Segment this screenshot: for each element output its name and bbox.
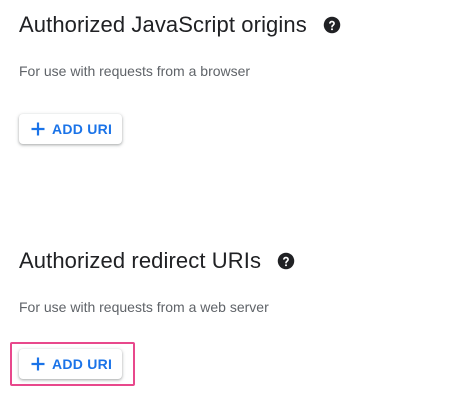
redirect-uris-heading-row: Authorized redirect URIs bbox=[19, 246, 449, 276]
redirect-uris-section: Authorized redirect URIs For use with re… bbox=[19, 246, 449, 379]
plus-icon bbox=[30, 356, 46, 372]
js-origins-heading-row: Authorized JavaScript origins bbox=[19, 10, 449, 40]
help-circle-icon[interactable] bbox=[323, 16, 341, 34]
redirect-uris-description: For use with requests from a web server bbox=[19, 299, 269, 315]
add-js-origin-uri-label: ADD URI bbox=[52, 121, 113, 137]
add-redirect-uri-button[interactable]: ADD URI bbox=[19, 349, 123, 379]
add-redirect-uri-label: ADD URI bbox=[52, 356, 113, 372]
js-origins-description: For use with requests from a browser bbox=[19, 63, 251, 79]
plus-icon bbox=[30, 121, 46, 137]
add-js-origin-uri-button[interactable]: ADD URI bbox=[19, 114, 123, 144]
help-circle-icon[interactable] bbox=[277, 252, 295, 270]
js-origins-title: Authorized JavaScript origins bbox=[19, 12, 307, 37]
redirect-uris-title: Authorized redirect URIs bbox=[19, 248, 262, 273]
js-origins-section: Authorized JavaScript origins For use wi… bbox=[19, 10, 449, 144]
